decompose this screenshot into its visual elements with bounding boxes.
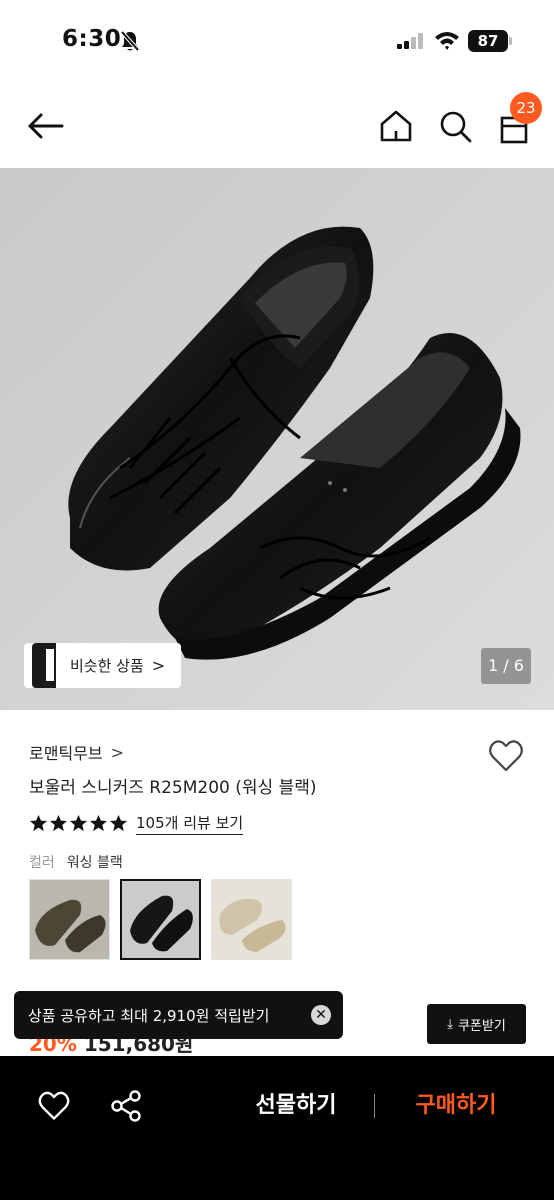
home-icon[interactable] (376, 106, 416, 146)
chevron-right-icon: > (110, 742, 125, 762)
brand-link[interactable]: 로맨틱무브 > (29, 740, 124, 764)
share-icon[interactable] (108, 1088, 144, 1124)
color-swatch-beige[interactable] (211, 879, 292, 960)
status-bar: 6:30 87 (0, 0, 554, 84)
star-icon (49, 814, 68, 832)
download-icon: ⤓ (447, 1016, 453, 1032)
product-title: 보울러 스니커즈 R25M200 (워싱 블랙) (29, 778, 317, 798)
wifi-icon (435, 32, 459, 50)
bottom-action-bar: 선물하기 구매하기 (0, 1056, 554, 1200)
star-icon (109, 814, 128, 832)
color-label: 컬러 (29, 855, 55, 871)
color-swatch-olive[interactable] (29, 879, 110, 960)
search-icon[interactable] (435, 106, 475, 146)
buy-button[interactable]: 구매하기 (392, 1084, 520, 1128)
battery-indicator: 87 (468, 30, 508, 52)
chevron-right-icon: > (151, 656, 166, 675)
heart-icon[interactable] (486, 736, 526, 776)
color-option-row: 컬러 워싱 블랙 (29, 852, 123, 872)
heart-icon[interactable] (36, 1088, 72, 1124)
brand-name: 로맨틱무브 (29, 744, 103, 763)
similar-product-thumbnail (32, 643, 56, 688)
battery-nub (509, 37, 512, 45)
coupon-label: 쿠폰받기 (457, 1018, 506, 1034)
selected-color-value: 워싱 블랙 (66, 855, 123, 871)
toast-text: 상품 공유하고 최대 2,910원 적립받기 (28, 1006, 270, 1025)
top-nav: 23 (0, 84, 554, 168)
status-time: 6:30 (62, 26, 122, 52)
black-shoe-thumbnail (122, 881, 199, 958)
bell-off-icon (120, 30, 140, 52)
star-icon (89, 814, 108, 832)
close-icon[interactable]: ✕ (311, 1005, 331, 1025)
coupon-download-button[interactable]: ⤓ 쿠폰받기 (427, 1004, 526, 1044)
back-arrow-icon[interactable] (24, 104, 68, 148)
share-reward-toast[interactable]: 상품 공유하고 최대 2,910원 적립받기 ✕ (14, 991, 343, 1039)
color-swatch-black[interactable] (120, 879, 201, 960)
product-image-gallery[interactable]: 비슷한 상품 > 1 / 6 (0, 168, 554, 710)
signal-icon (397, 33, 423, 49)
star-rating (29, 814, 128, 833)
image-page-indicator: 1 / 6 (481, 648, 531, 684)
cart-count-badge[interactable]: 23 (510, 92, 542, 124)
star-icon (69, 814, 88, 832)
beige-shoe-thumbnail (212, 880, 291, 959)
color-swatches (29, 879, 292, 960)
similar-products-label: 비슷한 상품 (70, 657, 144, 675)
olive-shoe-thumbnail (30, 880, 109, 959)
review-link[interactable]: 105개 리뷰 보기 (136, 812, 244, 835)
divider (374, 1094, 375, 1118)
rating-row: 105개 리뷰 보기 (29, 812, 244, 835)
gift-button[interactable]: 선물하기 (232, 1084, 360, 1128)
product-photo (0, 168, 554, 710)
star-icon (29, 814, 48, 832)
similar-products-button[interactable]: 비슷한 상품 > (24, 643, 181, 688)
